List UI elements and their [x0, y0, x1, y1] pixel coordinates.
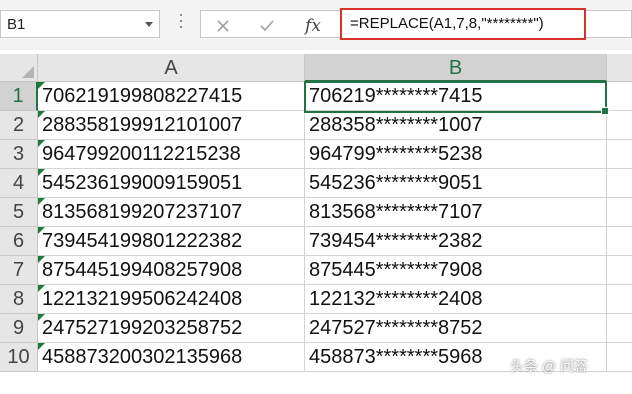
column-header-b[interactable]: B	[305, 54, 607, 82]
row-header[interactable]: 6	[0, 227, 38, 256]
column-header-c[interactable]	[607, 54, 632, 82]
cell-c[interactable]	[607, 256, 632, 285]
cell-b[interactable]: 122132********2408	[305, 285, 607, 314]
drag-handle-icon[interactable]	[180, 14, 183, 34]
formula-text: =REPLACE(A1,7,8,"********")	[350, 15, 544, 32]
table-row: 4 545236199009159051 545236********9051	[0, 169, 632, 198]
cell-a[interactable]: 875445199408257908	[38, 256, 305, 285]
cell-a[interactable]: 706219199808227415	[38, 82, 305, 111]
table-row: 3 964799200112215238 964799********5238	[0, 140, 632, 169]
row-header[interactable]: 3	[0, 140, 38, 169]
cell-a[interactable]: 458873200302135968	[38, 343, 305, 372]
cell-a-value: 739454199801222382	[42, 230, 243, 252]
cell-a[interactable]: 288358199912101007	[38, 111, 305, 140]
cell-a[interactable]: 739454199801222382	[38, 227, 305, 256]
chevron-down-icon[interactable]	[145, 22, 153, 27]
cell-a-value: 875445199408257908	[42, 259, 243, 281]
table-row: 9 247527199203258752 247527********8752	[0, 314, 632, 343]
cell-c[interactable]	[607, 140, 632, 169]
cell-c[interactable]	[607, 227, 632, 256]
error-indicator-icon[interactable]	[38, 314, 45, 321]
cell-c[interactable]	[607, 343, 632, 372]
cell-a-value: 545236199009159051	[42, 172, 243, 194]
formula-bar-area: B1 fx =REPLACE(A1,7,8,"********")	[0, 0, 632, 50]
cell-a[interactable]: 813568199207237107	[38, 198, 305, 227]
column-header-row: A B	[0, 54, 632, 82]
error-indicator-icon[interactable]	[38, 169, 45, 176]
cell-b[interactable]: 875445********7908	[305, 256, 607, 285]
cell-b[interactable]: 288358********1007	[305, 111, 607, 140]
table-row: 5 813568199207237107 813568********7107	[0, 198, 632, 227]
name-box[interactable]: B1	[0, 10, 160, 38]
name-box-value: B1	[7, 16, 26, 33]
cell-c[interactable]	[607, 111, 632, 140]
table-row: 1 706219199808227415 706219********7415	[0, 82, 632, 111]
cell-a-value: 813568199207237107	[42, 201, 243, 223]
error-indicator-icon[interactable]	[38, 82, 45, 89]
cell-a-value: 964799200112215238	[42, 143, 241, 165]
close-icon[interactable]	[210, 15, 236, 37]
cell-a[interactable]: 964799200112215238	[38, 140, 305, 169]
cell-a-value: 458873200302135968	[42, 346, 243, 368]
cell-b[interactable]: 739454********2382	[305, 227, 607, 256]
row-header[interactable]: 2	[0, 111, 38, 140]
cell-a-value: 247527199203258752	[42, 317, 243, 339]
cell-a-value: 288358199912101007	[42, 114, 243, 136]
formula-input[interactable]: =REPLACE(A1,7,8,"********")	[340, 8, 586, 40]
error-indicator-icon[interactable]	[38, 198, 45, 205]
column-header-a[interactable]: A	[38, 54, 305, 82]
row-header[interactable]: 8	[0, 285, 38, 314]
cell-a[interactable]: 545236199009159051	[38, 169, 305, 198]
cell-b[interactable]: 964799********5238	[305, 140, 607, 169]
cell-b[interactable]: 247527********8752	[305, 314, 607, 343]
error-indicator-icon[interactable]	[38, 256, 45, 263]
table-row: 7 875445199408257908 875445********7908	[0, 256, 632, 285]
row-header[interactable]: 4	[0, 169, 38, 198]
row-header[interactable]: 7	[0, 256, 38, 285]
row-header[interactable]: 9	[0, 314, 38, 343]
cell-b[interactable]: 706219********7415	[305, 82, 607, 111]
error-indicator-icon[interactable]	[38, 227, 45, 234]
row-header[interactable]: 5	[0, 198, 38, 227]
cell-c[interactable]	[607, 82, 632, 111]
error-indicator-icon[interactable]	[38, 343, 45, 350]
watermark: 头条 @ 问答	[510, 358, 588, 374]
cell-a[interactable]: 122132199506242408	[38, 285, 305, 314]
cell-a[interactable]: 247527199203258752	[38, 314, 305, 343]
cell-a-value: 706219199808227415	[42, 85, 243, 107]
row-header[interactable]: 10	[0, 343, 38, 372]
cell-b[interactable]: 813568********7107	[305, 198, 607, 227]
cell-a-value: 122132199506242408	[42, 288, 243, 310]
table-row: 8 122132199506242408 122132********2408	[0, 285, 632, 314]
cell-b[interactable]: 545236********9051	[305, 169, 607, 198]
error-indicator-icon[interactable]	[38, 285, 45, 292]
select-all-button[interactable]	[0, 54, 38, 82]
error-indicator-icon[interactable]	[38, 111, 45, 118]
cell-c[interactable]	[607, 169, 632, 198]
check-icon[interactable]	[254, 15, 280, 37]
cell-c[interactable]	[607, 198, 632, 227]
table-row: 6 739454199801222382 739454********2382	[0, 227, 632, 256]
cell-c[interactable]	[607, 285, 632, 314]
table-row: 2 288358199912101007 288358********1007	[0, 111, 632, 140]
row-header[interactable]: 1	[0, 82, 38, 111]
cell-c[interactable]	[607, 314, 632, 343]
error-indicator-icon[interactable]	[38, 140, 45, 147]
fx-icon[interactable]: fx	[300, 15, 326, 37]
